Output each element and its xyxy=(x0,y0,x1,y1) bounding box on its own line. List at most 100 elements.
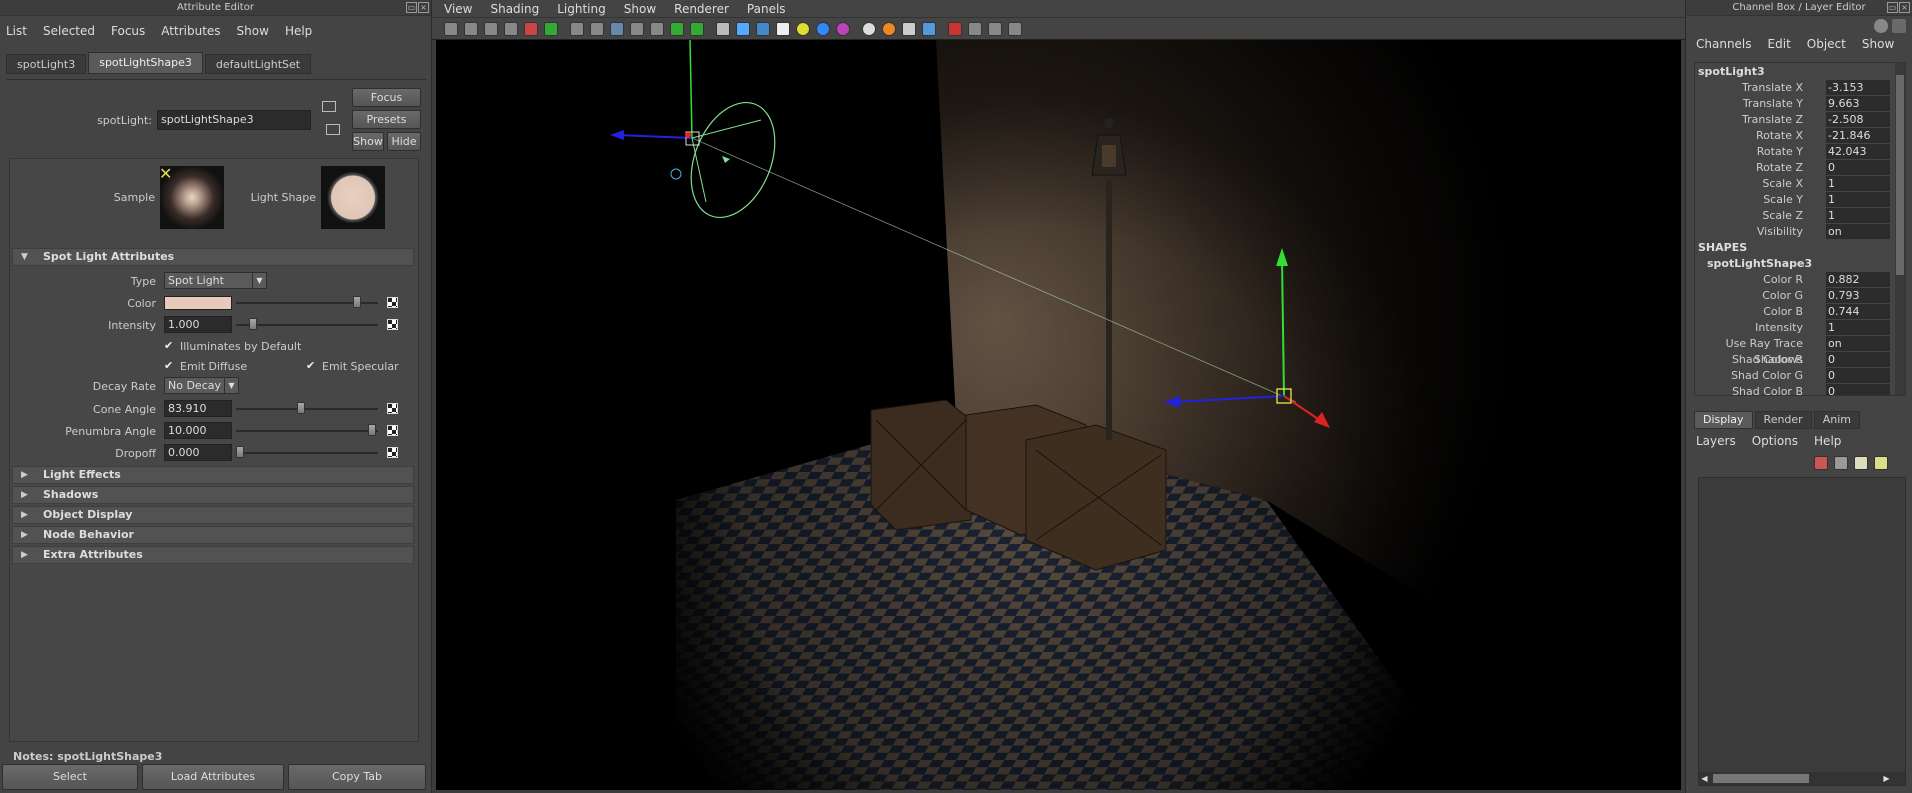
dropoff-slider-handle[interactable] xyxy=(236,446,244,458)
channel-value[interactable]: 0 xyxy=(1826,368,1890,383)
color-map-icon[interactable] xyxy=(387,297,398,308)
new-layer-icon[interactable] xyxy=(1834,456,1848,470)
camera-select-icon[interactable] xyxy=(948,21,962,36)
new-empty-layer-icon[interactable] xyxy=(1874,456,1888,470)
motion-blur-icon[interactable] xyxy=(902,21,916,36)
section-node-behavior[interactable]: ▶ Node Behavior xyxy=(12,526,414,544)
channel-value[interactable]: 1 xyxy=(1826,176,1890,191)
channel-value[interactable]: 0 xyxy=(1826,384,1890,395)
dropoff-slider-track[interactable] xyxy=(236,452,378,454)
channel-value[interactable]: 1 xyxy=(1826,208,1890,223)
menu-focus[interactable]: Focus xyxy=(111,24,145,38)
channel-value[interactable]: 0.744 xyxy=(1826,304,1890,319)
pin-icon[interactable]: ✕ xyxy=(159,164,172,183)
anti-alias-icon[interactable] xyxy=(922,21,936,36)
menu-list[interactable]: List xyxy=(6,24,27,38)
emit-diffuse-checkbox[interactable]: ✔ xyxy=(164,360,176,372)
menu-lighting[interactable]: Lighting xyxy=(557,2,606,16)
menu-attributes[interactable]: Attributes xyxy=(161,24,220,38)
channel-value[interactable]: -3.153 xyxy=(1826,80,1890,95)
channel-value[interactable]: 1 xyxy=(1826,192,1890,207)
shadows-icon[interactable] xyxy=(862,21,876,36)
shape-node-name[interactable]: spotLightShape3 xyxy=(1695,256,1905,272)
channel-value[interactable]: 9.663 xyxy=(1826,96,1890,111)
cone-angle-slider-handle[interactable] xyxy=(297,402,305,414)
channel-row[interactable]: Translate X -3.153 xyxy=(1695,80,1905,96)
bookmark-icon[interactable] xyxy=(484,21,498,36)
channel-row[interactable]: Rotate X -21.846 xyxy=(1695,128,1905,144)
load-attributes-button[interactable]: Load Attributes xyxy=(142,764,284,790)
menu-show[interactable]: Show xyxy=(1862,37,1894,51)
menu-show[interactable]: Show xyxy=(624,2,656,16)
menu-help[interactable]: Help xyxy=(285,24,312,38)
intensity-field[interactable]: 1.000 xyxy=(164,316,232,333)
menu-view[interactable]: View xyxy=(444,2,472,16)
tab-display[interactable]: Display xyxy=(1694,411,1753,429)
smooth-shade-icon[interactable] xyxy=(610,21,624,36)
wireframe-icon[interactable] xyxy=(590,21,604,36)
intensity-slider-track[interactable] xyxy=(236,324,378,326)
channel-value[interactable]: on xyxy=(1826,336,1890,351)
channel-box-toggle-icon[interactable] xyxy=(1874,19,1888,33)
shape-channel-row[interactable]: Color B 0.744 xyxy=(1695,304,1905,320)
layer-editor-toggle-icon[interactable] xyxy=(1892,19,1906,33)
intensity-map-icon[interactable] xyxy=(387,319,398,330)
grid-icon[interactable] xyxy=(570,21,584,36)
tab-spotlight3[interactable]: spotLight3 xyxy=(6,54,87,74)
delete-layer-icon[interactable] xyxy=(1814,456,1828,470)
close-icon[interactable]: × xyxy=(418,2,429,13)
checker-icon[interactable] xyxy=(776,21,790,36)
scroll-left-icon[interactable]: ◀ xyxy=(1699,772,1710,785)
cube-shaded-icon[interactable] xyxy=(736,21,750,36)
tab-defaultlightset[interactable]: defaultLightSet xyxy=(204,54,312,74)
channel-row[interactable]: Visibility on xyxy=(1695,224,1905,240)
text-icon[interactable] xyxy=(690,21,704,36)
cone-angle-slider-track[interactable] xyxy=(236,408,378,410)
tab-render[interactable]: Render xyxy=(1754,411,1812,429)
float-icon[interactable]: ▭ xyxy=(406,2,417,13)
menu-channels[interactable]: Channels xyxy=(1696,37,1752,51)
channel-node-name[interactable]: spotLight3 xyxy=(1695,63,1905,80)
cone-angle-field[interactable]: 83.910 xyxy=(164,400,232,417)
menu-object[interactable]: Object xyxy=(1807,37,1846,51)
section-light-effects[interactable]: ▶ Light Effects xyxy=(12,466,414,484)
layer-list[interactable]: ◀ ▶ xyxy=(1698,477,1906,786)
shape-channel-row[interactable]: Shad Color G 0 xyxy=(1695,368,1905,384)
select-button[interactable]: Select xyxy=(2,764,138,790)
shape-channel-row[interactable]: Color R 0.882 xyxy=(1695,272,1905,288)
shape-channel-row[interactable]: Use Ray Trace Shadows on xyxy=(1695,336,1905,366)
shape-channel-row[interactable]: Color G 0.793 xyxy=(1695,288,1905,304)
spot-light-attributes-header[interactable]: ▼ Spot Light Attributes xyxy=(12,248,414,266)
emit-specular-checkbox[interactable]: ✔ xyxy=(306,360,318,372)
channel-row[interactable]: Translate Z -2.508 xyxy=(1695,112,1905,128)
hide-button[interactable]: Hide xyxy=(387,132,421,151)
presets-button[interactable]: Presets xyxy=(352,110,421,129)
scroll-right-icon[interactable]: ▶ xyxy=(1881,772,1892,785)
channel-row[interactable]: Scale Y 1 xyxy=(1695,192,1905,208)
channel-value[interactable]: 1 xyxy=(1826,320,1890,335)
copy-tab-button[interactable]: Copy Tab xyxy=(288,764,426,790)
cube-outline-icon[interactable] xyxy=(988,21,1002,36)
dropoff-field[interactable]: 0.000 xyxy=(164,444,232,461)
channel-row[interactable]: Scale X 1 xyxy=(1695,176,1905,192)
decay-rate-dropdown[interactable]: No Decay ▼ xyxy=(164,377,239,394)
sphere-icon[interactable] xyxy=(816,21,830,36)
section-object-display[interactable]: ▶ Object Display xyxy=(12,506,414,524)
menu-help[interactable]: Help xyxy=(1814,434,1841,448)
type-dropdown[interactable]: Spot Light ▼ xyxy=(164,272,267,289)
viewport-3d-scene[interactable] xyxy=(436,40,1681,790)
node-name-field[interactable]: spotLightShape3 xyxy=(157,110,311,130)
channel-row[interactable]: Scale Z 1 xyxy=(1695,208,1905,224)
dropoff-map-icon[interactable] xyxy=(387,447,398,458)
channel-value[interactable]: on xyxy=(1826,224,1890,239)
isolate-icon[interactable] xyxy=(716,21,730,36)
cube-wire-icon[interactable] xyxy=(968,21,982,36)
layer-scroll-thumb[interactable] xyxy=(1713,774,1809,783)
channel-value[interactable]: -2.508 xyxy=(1826,112,1890,127)
penumbra-slider-track[interactable] xyxy=(236,430,378,432)
lock-camera-icon[interactable] xyxy=(464,21,478,36)
float-icon[interactable]: ▭ xyxy=(1887,2,1898,13)
channel-value[interactable]: 0.793 xyxy=(1826,288,1890,303)
material-sphere-icon[interactable] xyxy=(836,21,850,36)
cone-angle-map-icon[interactable] xyxy=(387,403,398,414)
